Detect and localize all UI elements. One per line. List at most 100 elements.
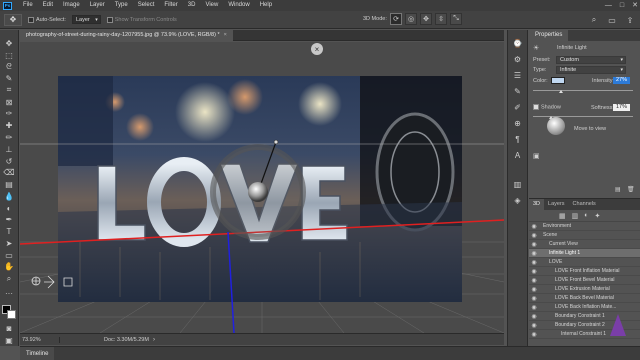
maximize-button[interactable]: □ [620,0,624,11]
show-transform-checkbox[interactable] [106,16,113,23]
menu-select[interactable]: Select [133,0,160,11]
softness-slider[interactable] [533,116,633,117]
meshes-icon[interactable]: ▥ [572,212,579,220]
visibility-eye-icon[interactable]: ◉ [529,286,539,293]
roll-3d-icon[interactable]: ◎ [405,13,417,25]
adjustments-icon[interactable]: ⚙ [512,54,524,65]
visibility-eye-icon[interactable]: ◉ [529,241,539,248]
intensity-slider-knob[interactable] [559,90,563,93]
character-icon[interactable]: A [512,150,524,161]
visibility-eye-icon[interactable]: ◉ [529,268,539,275]
healing-tool-icon[interactable]: ✚ [3,120,16,131]
intensity-input[interactable]: 27% [613,77,631,84]
canvas-area[interactable]: × [20,42,504,333]
3d-scene-canvas[interactable] [20,42,504,333]
layer-row[interactable]: ◉ LOVE Back Bevel Material [529,294,640,303]
brush-tool-icon[interactable]: ✏ [3,132,16,143]
visibility-eye-icon[interactable]: ◉ [529,250,539,257]
brushes-icon[interactable]: ✐ [512,102,524,113]
dodge-tool-icon[interactable]: ◐ [3,203,16,214]
quick-mask-icon[interactable]: ◙ [3,324,16,335]
visibility-eye-icon[interactable]: ◉ [529,313,539,320]
softness-input[interactable]: 17% [613,104,631,111]
menu-window[interactable]: Window [223,0,254,11]
path-select-tool-icon[interactable]: ➤ [3,238,16,249]
background-color-swatch[interactable] [7,309,16,319]
layer-row[interactable]: ◉ LOVE [529,258,640,267]
libraries-icon[interactable]: ▥ [512,179,524,190]
document-tab[interactable]: photography-of-street-during-rainy-day-1… [20,30,233,41]
visibility-eye-icon[interactable]: ◉ [529,223,539,230]
move-to-view-button[interactable]: Move to view [574,126,606,132]
more-tools-icon[interactable]: ··· [3,288,16,299]
light-color-swatch[interactable] [551,77,565,84]
layer-row[interactable]: ◉ Environment [529,222,640,231]
slide-3d-icon[interactable]: ⇳ [435,13,447,25]
close-tab-icon[interactable]: × [224,30,227,41]
visibility-eye-icon[interactable]: ◉ [529,322,539,329]
lasso-tool-icon[interactable]: ᘓ [3,62,16,73]
preset-dropdown[interactable]: Custom [556,56,626,64]
menu-layer[interactable]: Layer [85,0,110,11]
tab-layers[interactable]: Layers [544,199,569,210]
shape-tool-icon[interactable]: ▭ [3,250,16,261]
visibility-eye-icon[interactable]: ◉ [529,331,539,338]
color-swatches[interactable] [1,304,17,320]
zoom-tool-icon[interactable]: ⌕ [3,273,16,284]
panel-collapse-icon[interactable]: ▤ [615,186,621,193]
brush-settings-icon[interactable]: ✎ [512,86,524,97]
menu-help[interactable]: Help [255,0,277,11]
layer-row[interactable]: ◉ Infinite Light 1 [529,249,640,258]
show-transform-option[interactable]: Show Transform Controls [106,16,177,23]
frame-tool-icon[interactable]: ⊠ [3,97,16,108]
materials-icon[interactable]: ◐ [584,212,588,219]
crop-tool-icon[interactable]: ⌗ [3,85,16,96]
quick-select-tool-icon[interactable]: ✎ [3,73,16,84]
3d-panel-icon[interactable]: ◈ [512,195,524,206]
tab-timeline[interactable]: Timeline [20,347,55,360]
blur-tool-icon[interactable]: 💧 [3,191,16,202]
lights-icon[interactable]: ✦ [594,212,600,220]
history-icon[interactable]: ⌚ [512,38,524,49]
visibility-eye-icon[interactable]: ◉ [529,277,539,284]
layer-row[interactable]: ◉ LOVE Front Inflation Material [529,267,640,276]
intensity-slider[interactable] [533,90,633,91]
menu-view[interactable]: View [200,0,223,11]
tab-3d[interactable]: 3D [529,199,545,210]
panel-delete-icon[interactable]: 🗑 [627,186,635,193]
auto-select-option[interactable]: Auto-Select: [28,16,66,23]
light-preview-sphere[interactable] [547,117,565,135]
visibility-eye-icon[interactable]: ◉ [529,232,539,239]
minimize-button[interactable]: — [605,0,612,11]
visibility-eye-icon[interactable]: ◉ [529,295,539,302]
screen-mode-icon[interactable]: ▣ [3,335,16,346]
gradient-tool-icon[interactable]: ▤ [3,179,16,190]
move-tool-preset-icon[interactable]: ✥ [4,13,22,26]
visibility-eye-icon[interactable]: ◉ [529,259,539,266]
shadow-checkbox[interactable] [533,104,539,110]
layer-row[interactable]: ◉ Current View [529,240,640,249]
menu-3d[interactable]: 3D [183,0,201,11]
clone-source-icon[interactable]: ⊕ [512,118,524,129]
history-brush-icon[interactable]: ↺ [3,156,16,167]
layer-row[interactable]: ◉ LOVE Back Inflation Mate... [529,303,640,312]
close-overlay-icon[interactable]: × [311,43,323,55]
type-tool-icon[interactable]: T [3,226,16,237]
panel-footer-icon[interactable]: ▣ [533,152,540,160]
menu-image[interactable]: Image [58,0,85,11]
paragraph-icon[interactable]: ¶ [512,134,524,145]
whole-scene-icon[interactable]: ▦ [559,212,566,220]
scale-3d-icon[interactable]: ⤡ [450,13,462,25]
menu-edit[interactable]: Edit [38,0,58,11]
auto-select-dropdown[interactable]: Layer [71,15,101,24]
eyedropper-tool-icon[interactable]: ✑ [3,109,16,120]
shadow-option[interactable]: Shadow [533,104,561,110]
pen-tool-icon[interactable]: ✒ [3,214,16,225]
marquee-tool-icon[interactable]: ⬚ [3,50,16,61]
zoom-level[interactable]: 73.92% [20,336,60,343]
stamp-tool-icon[interactable]: ⊥ [3,144,16,155]
eraser-tool-icon[interactable]: ⌫ [3,167,16,178]
visibility-eye-icon[interactable]: ◉ [529,304,539,311]
type-dropdown[interactable]: Infinite [556,66,626,74]
close-window-button[interactable]: ✕ [632,0,638,11]
